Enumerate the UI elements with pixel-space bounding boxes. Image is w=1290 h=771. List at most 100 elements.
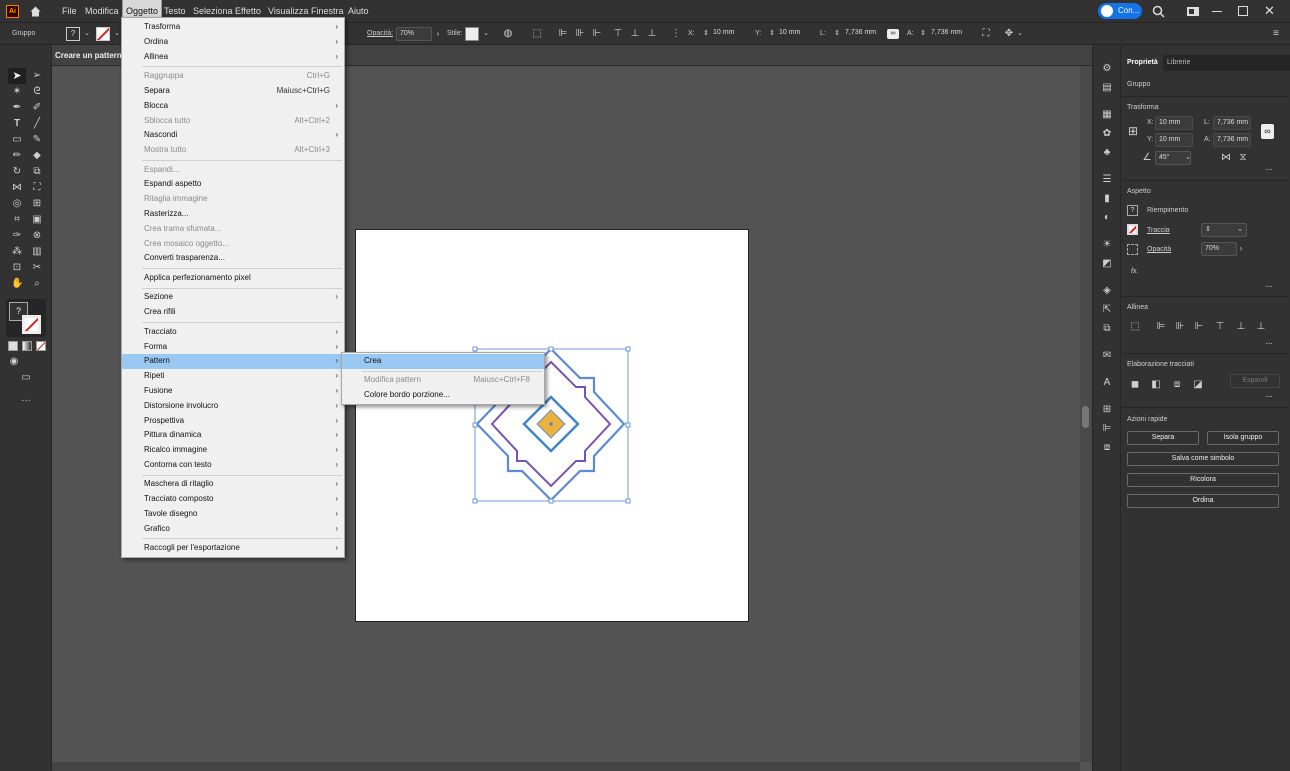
menu-item-sezione[interactable]: Sezione ›	[122, 290, 344, 305]
direct-selection-tool[interactable]: ➢	[31, 70, 43, 82]
menu-item-applica-perfezionamento-pixel[interactable]: Applica perfezionamento pixel	[122, 271, 344, 286]
menu-aiuto[interactable]: Aiuto	[345, 0, 372, 23]
stroke-label[interactable]: Traccia	[1147, 227, 1170, 234]
reference-point-icon[interactable]: ⊞	[1127, 125, 1139, 137]
panel-x-field[interactable]: 10 mm	[1155, 116, 1193, 130]
align-bottom-icon[interactable]: ⊥	[646, 28, 658, 40]
properties-icon[interactable]: ⚙	[1101, 63, 1113, 75]
flip-horizontal-icon[interactable]: ⋈	[1220, 152, 1232, 164]
layers-icon[interactable]: ◈	[1101, 285, 1113, 297]
more-options-icon[interactable]: ···	[1265, 391, 1273, 402]
column-graph-tool[interactable]: ▥	[31, 246, 43, 258]
libraries-icon[interactable]: ▤	[1101, 82, 1113, 94]
zoom-tool[interactable]: ⌕	[31, 278, 43, 290]
close-icon[interactable]: ✕	[1264, 3, 1275, 19]
w-field[interactable]: 7,736 mm	[842, 27, 882, 41]
menu-item-forma[interactable]: Forma ›	[122, 340, 344, 355]
align-bottom-icon[interactable]: ⊥	[1255, 321, 1267, 333]
menu-item-fusione[interactable]: Fusione ›	[122, 384, 344, 399]
chevron-down-icon[interactable]: ⌄	[81, 28, 93, 40]
menu-item-ordina[interactable]: Ordina ›	[122, 35, 344, 50]
align-middle-icon[interactable]: ⊥	[1235, 321, 1247, 333]
swatches-icon[interactable]: ▦	[1101, 109, 1113, 121]
ungroup-button[interactable]: Separa	[1127, 431, 1199, 445]
align-panel-icon[interactable]: ⊫	[1101, 423, 1113, 435]
color-mode-icon[interactable]	[8, 341, 18, 351]
workspace-icon[interactable]	[1187, 7, 1199, 16]
menu-item-ripeti[interactable]: Ripeti ›	[122, 369, 344, 384]
home-icon[interactable]	[29, 5, 42, 18]
panel-opacity-field[interactable]: 70%	[1201, 242, 1237, 256]
menu-item-colore-bordo-porzione[interactable]: Colore bordo porzione...	[342, 388, 544, 403]
align-right-icon[interactable]: ⊩	[591, 28, 603, 40]
menu-item-separa[interactable]: Separa Maiusc+Ctrl+G	[122, 84, 344, 99]
menu-item-crea[interactable]: Crea	[342, 354, 544, 369]
lasso-tool[interactable]: ᘓ	[31, 86, 43, 98]
menu-item-nascondi[interactable]: Nascondi ›	[122, 128, 344, 143]
chevron-right-icon[interactable]: ›	[1235, 243, 1247, 255]
menu-item-distorsione-involucro[interactable]: Distorsione involucro ›	[122, 399, 344, 414]
export-icon[interactable]: ⇱	[1101, 304, 1113, 316]
save-as-symbol-button[interactable]: Salva come simbolo	[1127, 452, 1279, 466]
chevron-right-icon[interactable]: ›	[432, 28, 444, 40]
align-top-icon[interactable]: ⊤	[612, 28, 624, 40]
stroke-color-box[interactable]	[22, 315, 41, 334]
more-options-icon[interactable]: ···	[1265, 338, 1273, 349]
comments-icon[interactable]: ✉	[1101, 350, 1113, 362]
character-icon[interactable]: A	[1101, 377, 1113, 389]
chevron-down-icon[interactable]: ⌄	[1182, 152, 1194, 164]
isolate-group-button[interactable]: Isola gruppo	[1207, 431, 1279, 445]
panel-y-field[interactable]: 10 mm	[1155, 133, 1193, 147]
align-right-icon[interactable]: ⊩	[1193, 321, 1205, 333]
menu-item-pattern[interactable]: Pattern ›	[122, 354, 344, 370]
more-options-icon[interactable]: ···	[1265, 281, 1273, 292]
align-middle-icon[interactable]: ⊥	[629, 28, 641, 40]
curvature-tool[interactable]: ✐	[31, 102, 43, 114]
brushes-icon[interactable]: ✿	[1101, 128, 1113, 140]
menu-item-contorna-con-testo[interactable]: Contorna con testo ›	[122, 458, 344, 473]
free-transform-tool[interactable]: ⛶	[31, 182, 43, 194]
artboard-tool[interactable]: ⊡	[11, 262, 23, 274]
menu-item-rasterizza[interactable]: Rasterizza...	[122, 207, 344, 222]
x-field[interactable]: 10 mm	[710, 27, 748, 41]
arrange-button[interactable]: Ordina	[1127, 494, 1279, 508]
align-to-icon[interactable]: ⬚	[1129, 321, 1141, 333]
tab-libraries[interactable]: Librerie	[1167, 55, 1190, 71]
artboards-icon[interactable]: ⧉	[1101, 323, 1113, 335]
menu-modifica[interactable]: Modifica	[82, 0, 122, 23]
menu-item-allinea[interactable]: Allinea ›	[122, 50, 344, 65]
menu-file[interactable]: File	[59, 0, 80, 23]
perspective-grid-tool[interactable]: ⊞	[31, 198, 43, 210]
menu-item-tavole-disegno[interactable]: Tavole disegno ›	[122, 507, 344, 522]
more-tools-icon[interactable]: …	[20, 393, 32, 405]
link-icon[interactable]: ∞	[887, 29, 899, 39]
recolor-icon[interactable]: ◍	[502, 28, 514, 40]
paintbrush-tool[interactable]: ✎	[31, 134, 43, 146]
eraser-tool[interactable]: ◆	[31, 150, 43, 162]
h-field[interactable]: 7,736 mm	[928, 27, 968, 41]
menu-item-ricalco-immagine[interactable]: Ricalco immagine ›	[122, 443, 344, 458]
tab-properties[interactable]: Proprietà	[1121, 55, 1163, 71]
menu-item-pittura-dinamica[interactable]: Pittura dinamica ›	[122, 428, 344, 443]
scale-tool[interactable]: ⧉	[31, 166, 43, 178]
transparency-icon[interactable]: ◐	[1101, 212, 1113, 224]
gradient-tool[interactable]: ▣	[31, 214, 43, 226]
blend-tool[interactable]: ⊗	[31, 230, 43, 242]
align-to-icon[interactable]: ⬚	[531, 28, 543, 40]
y-field[interactable]: 10 mm	[776, 27, 814, 41]
pen-tool[interactable]: ✒	[11, 102, 23, 114]
selection-tool[interactable]: ➤	[8, 68, 26, 84]
menu-item-tracciato[interactable]: Tracciato ›	[122, 325, 344, 340]
fill-indicator[interactable]: ?	[1127, 205, 1138, 216]
none-mode-icon[interactable]	[36, 341, 46, 351]
menu-item-trasforma[interactable]: Trasforma ›	[122, 20, 344, 35]
menu-item-converti-trasparenza[interactable]: Converti trasparenza...	[122, 251, 344, 266]
symbol-sprayer-tool[interactable]: ⁂	[11, 246, 23, 258]
graphic-styles-icon[interactable]: ◩	[1101, 258, 1113, 270]
eyedropper-tool[interactable]: ✑	[11, 230, 23, 242]
menu-item-crea-rifili[interactable]: Crea rifili	[122, 305, 344, 320]
pathfinder-panel-icon[interactable]: ⧈	[1101, 442, 1113, 454]
stroke-panel-icon[interactable]: ☰	[1101, 174, 1113, 186]
recolor-button[interactable]: Ricolora	[1127, 473, 1279, 487]
hand-tool[interactable]: ✋	[11, 278, 23, 290]
